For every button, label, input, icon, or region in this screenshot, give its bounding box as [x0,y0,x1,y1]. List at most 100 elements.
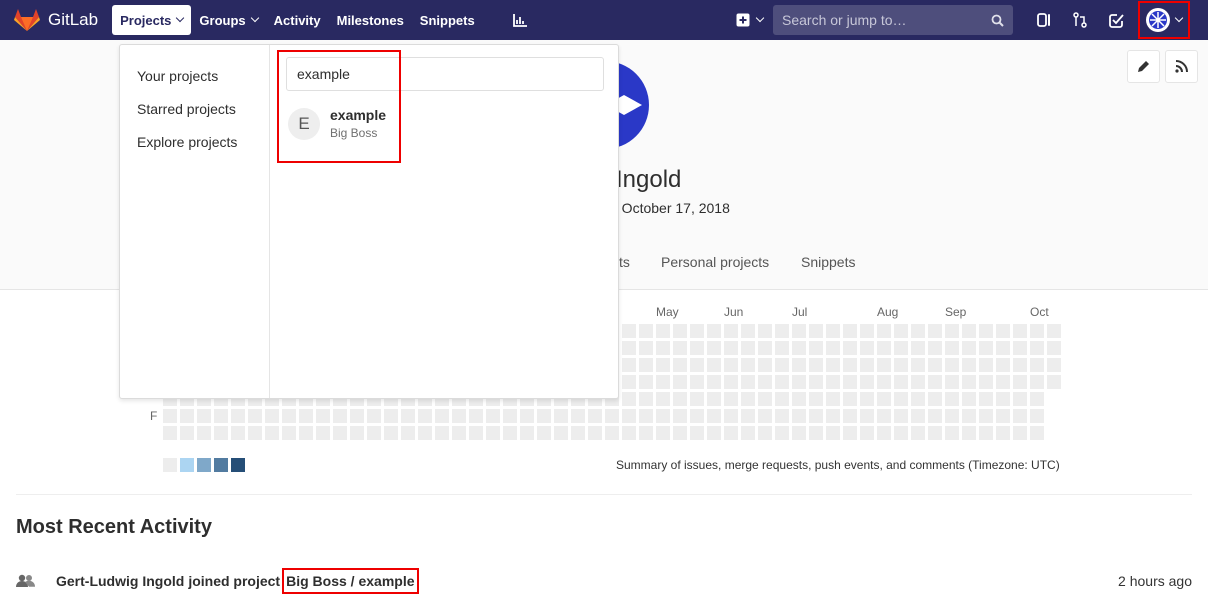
rss-icon [1175,60,1188,73]
search-input[interactable]: Search or jump to… [782,12,907,28]
calendar-legend [163,458,248,472]
calendar-day-cell [877,409,891,423]
nav-milestones[interactable]: Milestones [329,5,412,35]
calendar-day-cell [809,375,823,389]
calendar-day-cell [843,392,857,406]
calendar-day-cell [843,409,857,423]
calendar-day-cell [724,324,738,338]
calendar-day-cell [792,409,806,423]
calendar-day-cell [537,409,551,423]
calendar-day-cell [809,324,823,338]
calendar-day-cell [826,358,840,372]
nav-projects[interactable]: Projects [112,5,192,35]
calendar-day-cell [775,409,789,423]
calendar-day-cell [214,409,228,423]
chart-icon [512,13,527,27]
calendar-day-cell [1013,375,1027,389]
nav-chart[interactable] [505,5,535,35]
calendar-day-cell [792,426,806,440]
tab-personal-projects[interactable]: Personal projects [661,254,769,270]
calendar-day-cell [622,426,636,440]
tab-activity[interactable]: ts [619,254,630,270]
calendar-day-cell [741,341,755,355]
calendar-day-cell [282,409,296,423]
calendar-day-cell [1013,341,1027,355]
calendar-day-cell [503,426,517,440]
calendar-day-cell [894,375,908,389]
nav-groups[interactable]: Groups [191,5,265,35]
calendar-day-cell [520,426,534,440]
calendar-day-cell [231,426,245,440]
calendar-day-cell [860,375,874,389]
calendar-day-cell [1030,358,1044,372]
merge-request-icon [1073,12,1087,28]
calendar-day-cell [214,426,228,440]
calendar-day-cell [452,426,466,440]
calendar-day-cell [928,358,942,372]
calendar-day-cell [350,409,364,423]
nav-activity[interactable]: Activity [266,5,329,35]
tab-snippets[interactable]: Snippets [801,254,855,270]
calendar-day-cell [758,426,772,440]
calendar-day-cell [741,392,755,406]
calendar-day-cell [367,426,381,440]
calendar-day-cell [452,409,466,423]
new-dropdown[interactable] [727,5,771,35]
calendar-day-cell [656,375,670,389]
calendar-day-cell [758,409,772,423]
todos-button[interactable] [1098,5,1134,35]
search-box[interactable]: Search or jump to… [773,5,1013,35]
calendar-day-cell [656,358,670,372]
calendar-day-cell [469,409,483,423]
calendar-day-cell [622,324,636,338]
calendar-day-cell [775,392,789,406]
issues-button[interactable] [1026,5,1062,35]
calendar-day-cell [1047,375,1061,389]
calendar-day-cell [979,341,993,355]
calendar-day-cell [639,392,653,406]
merge-requests-button[interactable] [1062,5,1098,35]
menu-starred-projects[interactable]: Starred projects [120,92,269,125]
projects-dropdown: Your projects Starred projects Explore p… [119,44,619,399]
menu-explore-projects[interactable]: Explore projects [120,125,269,158]
calendar-day-cell [673,426,687,440]
calendar-day-cell [418,426,432,440]
calendar-day-cell [180,426,194,440]
calendar-day-cell [1013,409,1027,423]
legend-swatch [214,458,228,472]
calendar-day-cell [673,358,687,372]
user-menu-button[interactable] [1138,1,1190,39]
projects-search-panel: E example Big Boss [270,45,618,398]
calendar-day-cell [843,375,857,389]
calendar-day-cell [826,409,840,423]
calendar-day-cell [860,392,874,406]
calendar-day-cell [316,426,330,440]
calendar-day-cell [639,341,653,355]
calendar-day-cell [792,392,806,406]
calendar-day-cell [996,392,1010,406]
calendar-day-cell [979,358,993,372]
rss-button[interactable] [1165,50,1198,83]
calendar-day-cell [299,409,313,423]
menu-your-projects[interactable]: Your projects [120,59,269,92]
calendar-day-cell [996,409,1010,423]
issues-icon [1037,13,1050,27]
calendar-day-cell [741,358,755,372]
activity-project-link[interactable]: Big Boss / example [282,568,419,594]
chevron-down-icon [176,13,185,23]
calendar-day-cell [554,409,568,423]
divider [16,494,1192,495]
calendar-day-cell [945,426,959,440]
calendar-day-cell [639,409,653,423]
calendar-day-cell [1013,426,1027,440]
activity-user[interactable]: Gert-Ludwig Ingold [56,573,184,589]
calendar-day-cell [673,392,687,406]
legend-swatch [163,458,177,472]
gitlab-logo[interactable]: GitLab [14,0,98,40]
edit-profile-button[interactable] [1127,50,1160,83]
nav-snippets[interactable]: Snippets [412,5,483,35]
calendar-day-cell [962,392,976,406]
top-navbar: GitLab Projects Groups Activity Mileston… [0,0,1208,40]
calendar-day-cell [945,375,959,389]
calendar-day-cell [894,324,908,338]
